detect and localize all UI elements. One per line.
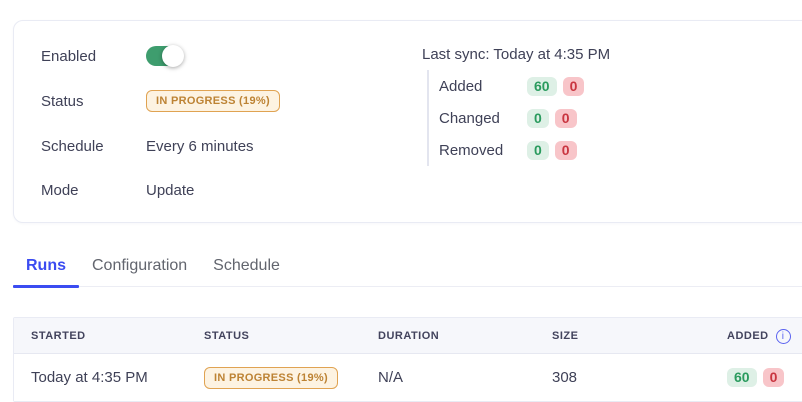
runs-table-header: STARTED STATUS DURATION SIZE ADDED i	[14, 318, 802, 354]
schedule-value: Every 6 minutes	[146, 138, 254, 155]
removed-label: Removed	[439, 142, 527, 159]
field-row-enabled: Enabled	[41, 43, 182, 69]
row-added-error-count: 0	[763, 368, 785, 387]
header-size: SIZE	[552, 318, 578, 354]
header-added-label: ADDED	[727, 330, 769, 342]
cell-size: 308	[552, 354, 577, 401]
added-label: Added	[439, 78, 527, 95]
status-in-progress-badge: IN PROGRESS (19%)	[146, 90, 280, 112]
stat-row-changed: Changed 0 0	[439, 102, 610, 134]
changed-success-count: 0	[527, 109, 549, 128]
removed-error-count: 0	[555, 141, 577, 160]
info-icon[interactable]: i	[776, 329, 791, 344]
status-label: Status	[41, 93, 146, 110]
field-row-mode: Mode Update	[41, 177, 194, 203]
cell-status: IN PROGRESS (19%)	[204, 354, 338, 401]
runs-table: STARTED STATUS DURATION SIZE ADDED i Tod…	[13, 317, 802, 402]
changed-label: Changed	[439, 110, 527, 127]
enabled-toggle[interactable]	[146, 46, 182, 66]
last-sync-label: Last sync: Today at 4:35 PM	[422, 46, 610, 63]
header-started: STARTED	[31, 318, 86, 354]
cell-added: 60 0	[727, 354, 784, 401]
cell-started: Today at 4:35 PM	[31, 354, 148, 401]
mode-value: Update	[146, 182, 194, 199]
header-added: ADDED i	[727, 318, 791, 354]
stat-row-added: Added 60 0	[439, 70, 610, 102]
header-status: STATUS	[204, 318, 249, 354]
added-error-count: 0	[563, 77, 585, 96]
tab-runs[interactable]: Runs	[13, 253, 79, 286]
sync-stats: Added 60 0 Changed 0 0 Removed 0 0	[427, 70, 610, 166]
cell-duration: N/A	[378, 354, 403, 401]
mode-label: Mode	[41, 182, 146, 199]
tab-configuration[interactable]: Configuration	[79, 253, 200, 286]
changed-error-count: 0	[555, 109, 577, 128]
field-row-schedule: Schedule Every 6 minutes	[41, 133, 254, 159]
row-added-success-count: 60	[727, 368, 757, 387]
tab-schedule[interactable]: Schedule	[200, 253, 293, 286]
table-row[interactable]: Today at 4:35 PM IN PROGRESS (19%) N/A 3…	[14, 354, 802, 401]
enabled-label: Enabled	[41, 48, 146, 65]
sync-summary-card: Enabled Status IN PROGRESS (19%) Schedul…	[13, 20, 802, 223]
tab-bar: Runs Configuration Schedule	[13, 253, 802, 287]
schedule-label: Schedule	[41, 138, 146, 155]
stat-row-removed: Removed 0 0	[439, 134, 610, 166]
toggle-knob	[162, 45, 184, 67]
field-row-status: Status IN PROGRESS (19%)	[41, 88, 280, 114]
added-success-count: 60	[527, 77, 557, 96]
row-in-progress-badge: IN PROGRESS (19%)	[204, 367, 338, 389]
header-duration: DURATION	[378, 318, 439, 354]
last-sync-panel: Last sync: Today at 4:35 PM Added 60 0 C…	[409, 46, 610, 166]
removed-success-count: 0	[527, 141, 549, 160]
